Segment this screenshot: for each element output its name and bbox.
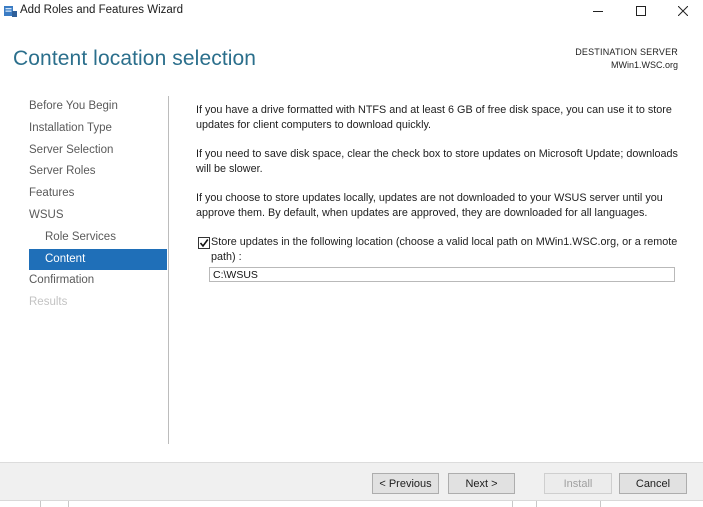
store-updates-option: Store updates in the following location …	[196, 235, 684, 265]
minimize-button[interactable]	[576, 0, 620, 22]
window-title: Add Roles and Features Wizard	[20, 4, 183, 16]
divider	[40, 501, 41, 507]
store-updates-checkbox[interactable]	[198, 237, 210, 249]
nav-item-features[interactable]: Features	[29, 183, 167, 205]
description-paragraph: If you choose to store updates locally, …	[196, 192, 663, 219]
nav-item-role-services[interactable]: Role Services	[29, 227, 167, 249]
nav-item-content[interactable]: Content	[29, 248, 167, 271]
title-bar: Add Roles and Features Wizard	[0, 0, 703, 22]
divider	[600, 501, 601, 507]
divider	[536, 501, 537, 507]
cancel-button[interactable]: Cancel	[619, 473, 687, 494]
description-paragraph: If you need to save disk space, clear th…	[196, 148, 678, 175]
nav-item-server-selection[interactable]: Server Selection	[29, 140, 167, 162]
nav-item-installation-type[interactable]: Installation Type	[29, 118, 167, 140]
description-paragraph: If you have a drive formatted with NTFS …	[196, 104, 672, 131]
nav-divider	[168, 96, 169, 444]
main-content: If you have a drive formatted with NTFS …	[196, 103, 684, 283]
destination-server-info: DESTINATION SERVER MWin1.WSC.org	[575, 46, 678, 72]
next-button[interactable]: Next >	[448, 473, 515, 494]
nav-item-results: Results	[29, 296, 68, 309]
nav-item-wsus[interactable]: WSUS	[29, 205, 167, 227]
maximize-button[interactable]	[619, 0, 663, 22]
page-title: Content location selection	[13, 47, 257, 70]
close-icon	[678, 6, 688, 16]
close-button[interactable]	[661, 0, 703, 22]
divider	[512, 501, 513, 507]
server-manager-icon	[4, 4, 17, 17]
nav-item-confirmation[interactable]: Confirmation	[29, 270, 167, 292]
store-updates-label[interactable]: Store updates in the following location …	[211, 236, 677, 263]
checkmark-icon	[199, 239, 209, 248]
wizard-nav: Before You Begin Installation Type Serve…	[29, 96, 167, 314]
nav-item-server-roles[interactable]: Server Roles	[29, 161, 167, 183]
divider	[68, 501, 69, 507]
previous-button[interactable]: < Previous	[372, 473, 439, 494]
maximize-icon	[636, 6, 646, 16]
install-button: Install	[544, 473, 612, 494]
nav-item-before-you-begin[interactable]: Before You Begin	[29, 96, 167, 118]
minimize-icon	[593, 11, 603, 12]
destination-server-label: DESTINATION SERVER	[575, 47, 678, 57]
destination-server-name: MWin1.WSC.org	[610, 60, 678, 70]
content-path-input[interactable]	[209, 267, 675, 282]
